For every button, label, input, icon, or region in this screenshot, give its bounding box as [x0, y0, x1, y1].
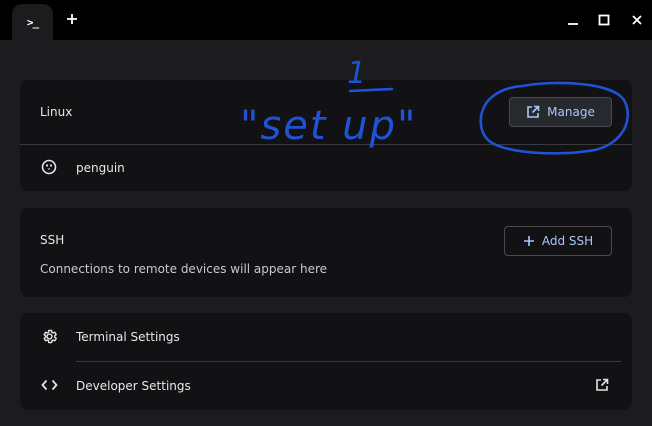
settings-card: Terminal Settings Developer Settings — [20, 313, 632, 410]
manage-button[interactable]: Manage — [509, 97, 612, 127]
add-ssh-label: Add SSH — [541, 234, 594, 248]
terminal-tab[interactable]: >_ — [12, 4, 53, 40]
open-external-icon — [595, 378, 609, 392]
terminal-settings-row[interactable]: Terminal Settings — [20, 313, 632, 361]
title-bar: >_ — [0, 0, 652, 40]
developer-settings-row[interactable]: Developer Settings — [20, 362, 632, 410]
plus-icon — [523, 235, 535, 247]
minimize-button[interactable] — [563, 10, 583, 30]
container-name: penguin — [76, 161, 125, 175]
penguin-icon — [41, 159, 57, 175]
code-brackets-icon — [41, 378, 58, 392]
maximize-button[interactable] — [594, 10, 614, 30]
ssh-heading: SSH — [40, 233, 65, 247]
terminal-settings-label: Terminal Settings — [76, 330, 180, 344]
ssh-empty-message: Connections to remote devices will appea… — [40, 262, 328, 276]
close-icon — [631, 14, 643, 26]
container-row-penguin[interactable]: penguin — [20, 145, 632, 191]
developer-settings-label: Developer Settings — [76, 379, 191, 393]
add-ssh-button[interactable]: Add SSH — [504, 226, 612, 256]
open-external-icon — [526, 105, 540, 119]
linux-card: Linux Manage penguin — [20, 80, 632, 191]
terminal-home-page: Linux Manage penguin SSH Add SSH Connect… — [0, 40, 652, 426]
linux-heading: Linux — [40, 105, 73, 119]
plus-icon — [66, 13, 78, 25]
minimize-icon — [567, 14, 579, 26]
terminal-icon: >_ — [26, 15, 39, 29]
gear-icon — [41, 328, 58, 345]
manage-label: Manage — [547, 105, 595, 119]
ssh-card: SSH Add SSH Connections to remote device… — [20, 208, 632, 297]
new-tab-button[interactable] — [62, 8, 82, 30]
close-button[interactable] — [627, 10, 647, 30]
maximize-icon — [598, 14, 610, 26]
